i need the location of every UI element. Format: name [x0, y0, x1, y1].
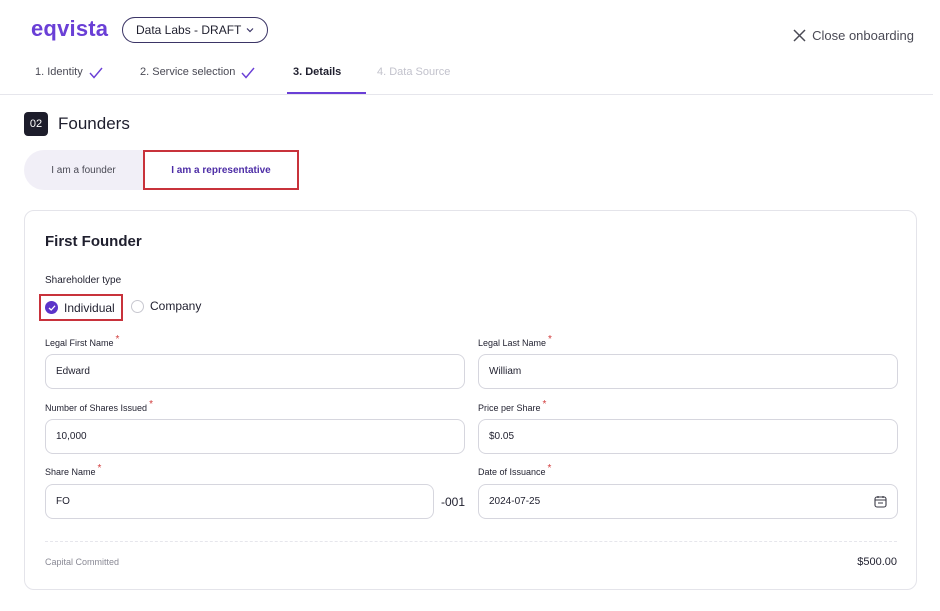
close-onboarding-label: Close onboarding: [812, 28, 914, 43]
step-service-selection[interactable]: 2. Service selection: [140, 66, 293, 94]
close-onboarding-button[interactable]: Close onboarding: [793, 28, 914, 43]
price-per-share-field[interactable]: $0.05: [478, 419, 898, 454]
card-divider: [45, 541, 897, 542]
radio-individual-label: Individual: [64, 300, 115, 315]
eqvista-logo: eqvista: [31, 16, 109, 41]
close-icon: [793, 29, 806, 42]
radio-company[interactable]: Company: [131, 299, 201, 313]
share-name-field[interactable]: FO: [45, 484, 434, 519]
share-name-label: Share Name *: [45, 463, 102, 477]
first-founder-card: First Founder Shareholder type Individua…: [24, 210, 917, 590]
step-identity[interactable]: 1. Identity: [35, 66, 140, 94]
calendar-icon[interactable]: [874, 495, 887, 508]
radio-company-label: Company: [150, 299, 202, 313]
capital-committed-value: $500.00: [857, 556, 897, 568]
capital-committed-label: Capital Committed: [45, 557, 120, 567]
check-icon: [241, 67, 255, 79]
step-label: 4. Data Source: [377, 66, 451, 78]
onboarding-steps: 1. Identity 2. Service selection 3. Deta…: [35, 66, 450, 94]
founder-role-toggle: I am a founder I am a representative: [24, 150, 299, 190]
shareholder-type-label: Shareholder type: [45, 275, 122, 286]
step-details[interactable]: 3. Details: [287, 66, 377, 94]
first-name-field[interactable]: Edward: [45, 354, 465, 389]
price-per-share-label: Price per Share *: [478, 399, 547, 413]
issuance-date-label: Date of Issuance *: [478, 463, 552, 477]
last-name-field[interactable]: William: [478, 354, 898, 389]
chevron-down-icon: [246, 28, 254, 33]
issuance-date-value: 2024-07-25: [489, 496, 541, 507]
radio-individual[interactable]: Individual: [39, 294, 123, 321]
step-label: 1. Identity: [35, 66, 83, 78]
header-divider: [0, 94, 933, 95]
card-title: First Founder: [45, 233, 142, 250]
share-name-suffix: -001: [441, 495, 466, 509]
step-label: 2. Service selection: [140, 66, 236, 78]
issuance-date-field[interactable]: 2024-07-25: [478, 484, 898, 519]
radio-checked-icon: [45, 301, 58, 314]
step-data-source: 4. Data Source: [377, 66, 450, 94]
shares-issued-label: Number of Shares Issued *: [45, 399, 153, 413]
first-name-label: Legal First Name *: [45, 334, 120, 348]
step-label: 3. Details: [293, 66, 342, 78]
section-title: Founders: [58, 114, 130, 133]
company-select[interactable]: Data Labs - DRAFT: [122, 17, 268, 43]
shares-issued-field[interactable]: 10,000: [45, 419, 465, 454]
radio-unchecked-icon: [131, 299, 144, 313]
section-header: 02 Founders: [24, 112, 130, 136]
section-number-badge: 02: [24, 112, 48, 136]
option-founder[interactable]: I am a founder: [24, 150, 143, 190]
check-icon: [89, 67, 103, 79]
option-representative[interactable]: I am a representative: [143, 150, 299, 190]
last-name-label: Legal Last Name *: [478, 334, 552, 348]
company-select-label: Data Labs - DRAFT: [136, 23, 242, 37]
